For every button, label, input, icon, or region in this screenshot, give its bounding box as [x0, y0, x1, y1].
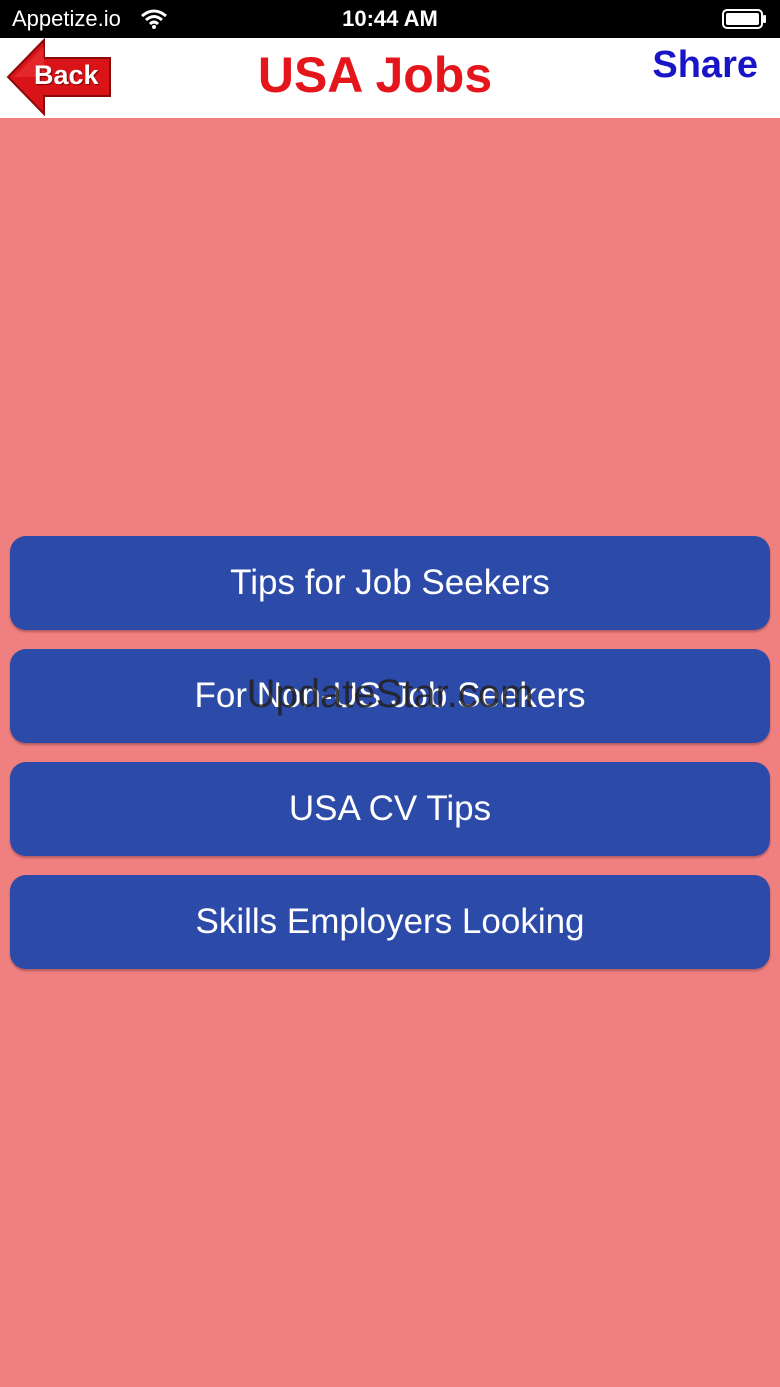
usa-cv-tips-button[interactable]: USA CV Tips [10, 762, 770, 856]
status-time: 10:44 AM [342, 6, 438, 31]
menu: Tips for Job Seekers For Non-US Job Seek… [10, 536, 770, 988]
nav-bar: Back USA Jobs Share [0, 38, 780, 118]
skills-employers-looking-button[interactable]: Skills Employers Looking [10, 875, 770, 969]
page-title: USA Jobs [257, 47, 493, 103]
battery-icon [722, 9, 768, 29]
non-us-job-seekers-button[interactable]: For Non-US Job Seekers [10, 649, 770, 743]
share-button[interactable]: Share [652, 44, 758, 87]
tips-for-job-seekers-button[interactable]: Tips for Job Seekers [10, 536, 770, 630]
status-bar: Appetize.io 10:44 AM [0, 0, 780, 38]
